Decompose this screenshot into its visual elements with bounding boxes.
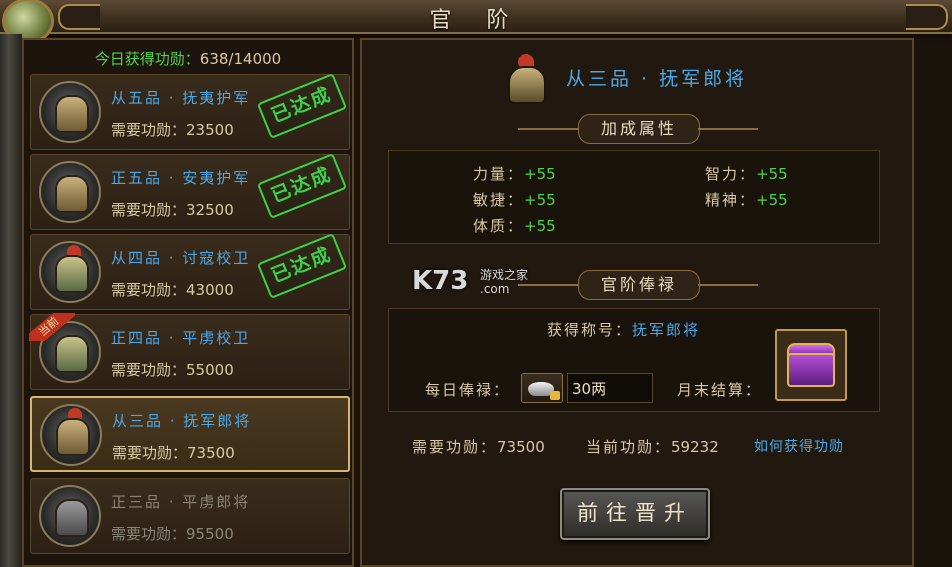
daily-salary-value: 30两 [567, 373, 653, 403]
window-title: 官 阶 [429, 8, 523, 33]
rank-list-panel: 今日获得功勋：638/14000 从五品 · 抚夷护军 需要功勋：23500 已… [22, 38, 354, 567]
rank-requirement: 需要功勋：95500 [111, 525, 234, 543]
helmet-portrait-icon [39, 485, 101, 547]
bonus-section-header: 加成属性 [518, 114, 758, 144]
rank-item[interactable]: 从五品 · 抚夷护军 需要功勋：23500 已达成 [30, 73, 350, 150]
current-merit: 当前功勋：59232 [586, 438, 719, 456]
attr-agility: 敏捷：+55 [473, 191, 556, 209]
salary-box: 获得称号：抚军郎将 每日俸禄： 30两 月末结算： [388, 308, 880, 412]
rank-item-current[interactable]: 当前 正四品 · 平虏校卫 需要功勋：55000 [29, 313, 350, 390]
attribute-box: 力量：+55 智力：+55 敏捷：+55 精神：+55 体质：+55 [388, 150, 880, 244]
detail-title: 从三品 · 抚军郎将 [566, 68, 748, 90]
watermark-sub: 游戏之家 .com [480, 268, 529, 296]
today-merit-value: 638/14000 [199, 50, 282, 68]
today-merit: 今日获得功勋：638/14000 [24, 48, 352, 69]
helmet-icon [504, 54, 548, 104]
title-bar: 官 阶 [0, 0, 952, 34]
helmet-portrait-icon [39, 241, 101, 303]
rank-name: 正四品 · 平虏校卫 [111, 329, 251, 347]
salary-section-header: 官阶俸禄 [518, 270, 758, 300]
helmet-portrait-icon [39, 81, 101, 143]
daily-salary-label: 每日俸禄： [425, 381, 511, 399]
how-to-get-merit-link[interactable]: 如何获得功勋 [754, 436, 844, 456]
achieved-stamp: 已达成 [256, 153, 348, 219]
rank-item[interactable]: 正五品 · 安夷护军 需要功勋：32500 已达成 [30, 153, 350, 230]
granted-title: 获得称号：抚军郎将 [547, 321, 701, 339]
required-merit: 需要功勋：73500 [412, 438, 545, 456]
rank-item[interactable]: 正三品 · 平虏郎将 需要功勋：95500 [30, 478, 350, 554]
rank-name: 从三品 · 抚军郎将 [112, 412, 252, 430]
treasure-chest-icon[interactable] [775, 329, 847, 401]
attr-strength: 力量：+55 [473, 165, 556, 183]
attr-spirit: 精神：+55 [705, 191, 788, 209]
title-scroll-right-decoration [906, 4, 948, 30]
rank-requirement: 需要功勋：23500 [111, 121, 234, 139]
watermark-logo: K73 [412, 266, 469, 296]
rank-item[interactable]: 从四品 · 讨寇校卫 需要功勋：43000 已达成 [30, 233, 350, 310]
helmet-portrait-icon [40, 404, 102, 466]
lock-icon [550, 391, 560, 400]
rank-name: 正三品 · 平虏郎将 [111, 493, 251, 511]
rank-requirement: 需要功勋：32500 [111, 201, 234, 219]
rank-name: 正五品 · 安夷护军 [111, 169, 251, 187]
rock-edge-decoration [0, 34, 22, 567]
rank-name: 从五品 · 抚夷护军 [111, 89, 251, 107]
achieved-stamp: 已达成 [256, 233, 348, 299]
achieved-stamp: 已达成 [256, 73, 348, 139]
attr-intelligence: 智力：+55 [705, 165, 788, 183]
rank-detail-panel: 从三品 · 抚军郎将 加成属性 力量：+55 智力：+55 敏捷：+55 精神：… [360, 38, 914, 567]
silver-ingot-icon [521, 373, 563, 403]
rank-name: 从四品 · 讨寇校卫 [111, 249, 251, 267]
rank-requirement: 需要功勋：43000 [111, 281, 234, 299]
today-merit-label: 今日获得功勋： [94, 50, 200, 68]
current-ribbon: 当前 [29, 313, 75, 341]
month-end-label: 月末结算： [677, 381, 763, 399]
go-promote-button[interactable]: 前往晋升 [560, 488, 710, 540]
rank-requirement: 需要功勋：55000 [111, 361, 234, 379]
rank-item-selected[interactable]: 从三品 · 抚军郎将 需要功勋：73500 [30, 396, 350, 472]
rank-requirement: 需要功勋：73500 [112, 444, 235, 462]
helmet-portrait-icon [39, 161, 101, 223]
attr-constitution: 体质：+55 [473, 217, 556, 235]
